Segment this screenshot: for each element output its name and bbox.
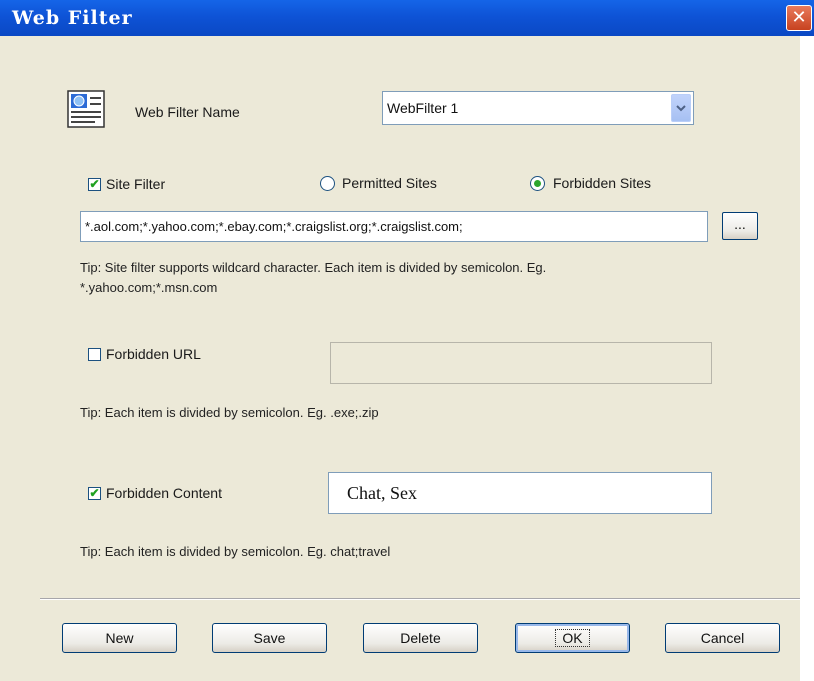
permitted-sites-label: Permitted Sites [342, 175, 437, 191]
filter-document-icon [67, 90, 105, 128]
filter-name-label: Web Filter Name [135, 104, 240, 120]
dialog-body: Web Filter Name WebFilter 1 ✔ Site Filte… [0, 36, 800, 681]
browse-sites-button[interactable]: ... [722, 212, 758, 240]
divider [40, 598, 800, 600]
cancel-button[interactable]: Cancel [665, 623, 780, 653]
forbidden-content-checkbox[interactable]: ✔ [88, 487, 101, 500]
forbidden-sites-radio[interactable] [530, 176, 545, 191]
ok-button[interactable]: OK [515, 623, 630, 653]
dropdown-button[interactable] [671, 94, 691, 122]
forbidden-url-label: Forbidden URL [106, 346, 201, 362]
chevron-down-icon [676, 105, 686, 112]
new-button[interactable]: New [62, 623, 177, 653]
filter-name-value: WebFilter 1 [387, 100, 459, 116]
forbidden-sites-label: Forbidden Sites [553, 175, 652, 191]
forbidden-content-input[interactable]: Chat, Sex [328, 472, 712, 514]
site-filter-input[interactable]: *.aol.com;*.yahoo.com;*.ebay.com;*.craig… [80, 211, 708, 242]
window-edge [800, 36, 814, 681]
site-filter-checkbox[interactable]: ✔ [88, 178, 101, 191]
title-bar[interactable]: Web Filter ✕ [0, 0, 814, 36]
site-filter-label: Site Filter [106, 176, 166, 192]
forbidden-url-tip: Tip: Each item is divided by semicolon. … [80, 405, 379, 420]
forbidden-url-checkbox[interactable] [88, 348, 101, 361]
forbidden-content-tip: Tip: Each item is divided by semicolon. … [80, 544, 391, 559]
save-button[interactable]: Save [212, 623, 327, 653]
forbidden-url-input[interactable] [330, 342, 712, 384]
web-filter-dialog: Web Filter ✕ Web Filter Name WebFilter 1… [0, 0, 814, 681]
delete-button[interactable]: Delete [363, 623, 478, 653]
filter-name-select[interactable]: WebFilter 1 [382, 91, 694, 125]
site-filter-tip: Tip: Site filter supports wildcard chara… [80, 260, 547, 295]
ok-button-label: OK [555, 629, 590, 647]
permitted-sites-radio[interactable] [320, 176, 335, 191]
window-title: Web Filter [12, 7, 133, 29]
close-button[interactable]: ✕ [786, 5, 812, 31]
forbidden-content-label: Forbidden Content [106, 485, 222, 501]
